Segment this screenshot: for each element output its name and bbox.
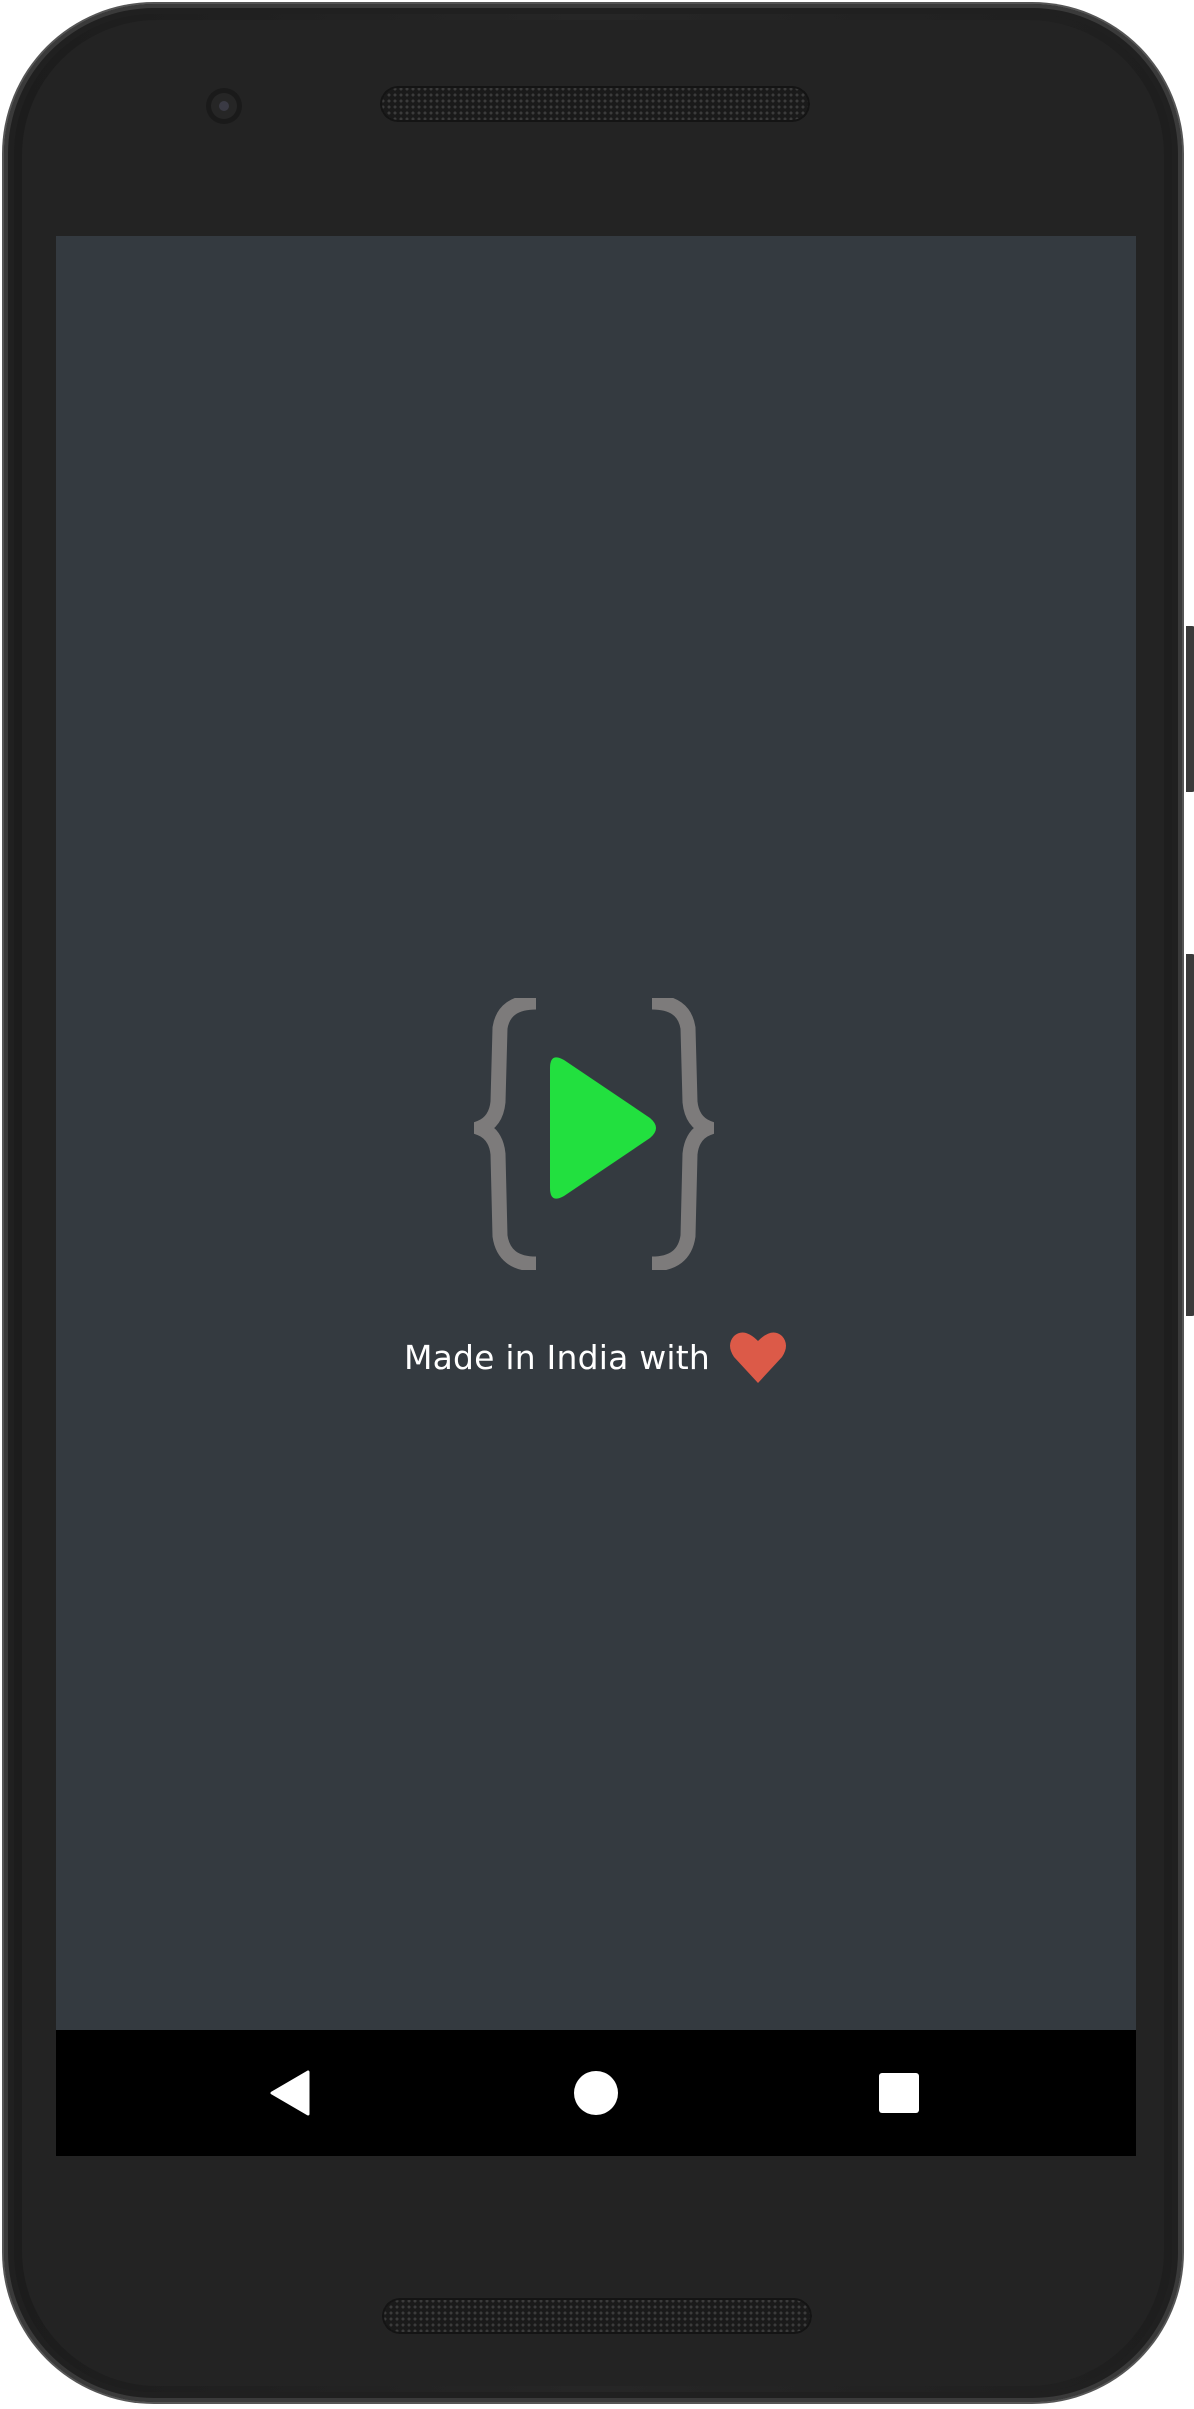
right-brace-shape [651, 994, 730, 1272]
device-screen: Made in India with [56, 236, 1136, 2156]
front-camera [206, 88, 242, 124]
splash-screen: Made in India with [56, 236, 1136, 2030]
nav-recents-button[interactable] [839, 2030, 959, 2156]
recents-square-icon [879, 2073, 919, 2113]
made-in-india-tagline: Made in India with [56, 1322, 1136, 1392]
back-triangle-icon [270, 2070, 310, 2116]
earpiece-speaker [380, 86, 810, 122]
device-stage: Made in India with [0, 0, 1194, 2409]
nav-back-button[interactable] [230, 2030, 350, 2156]
tagline-text: Made in India with [403, 1337, 711, 1377]
play-triangle-shape [550, 1057, 656, 1199]
system-navigation-bar [56, 2030, 1136, 2156]
braces-play-logo-icon [458, 994, 730, 1272]
volume-rocker[interactable] [1186, 954, 1194, 1316]
bottom-speaker [382, 2298, 812, 2334]
phone-frame: Made in India with [4, 4, 1194, 2402]
left-brace-shape [458, 994, 537, 1272]
heart-icon [730, 1332, 787, 1383]
home-circle-icon [574, 2071, 618, 2115]
power-button[interactable] [1186, 626, 1194, 792]
nav-home-button[interactable] [536, 2030, 656, 2156]
